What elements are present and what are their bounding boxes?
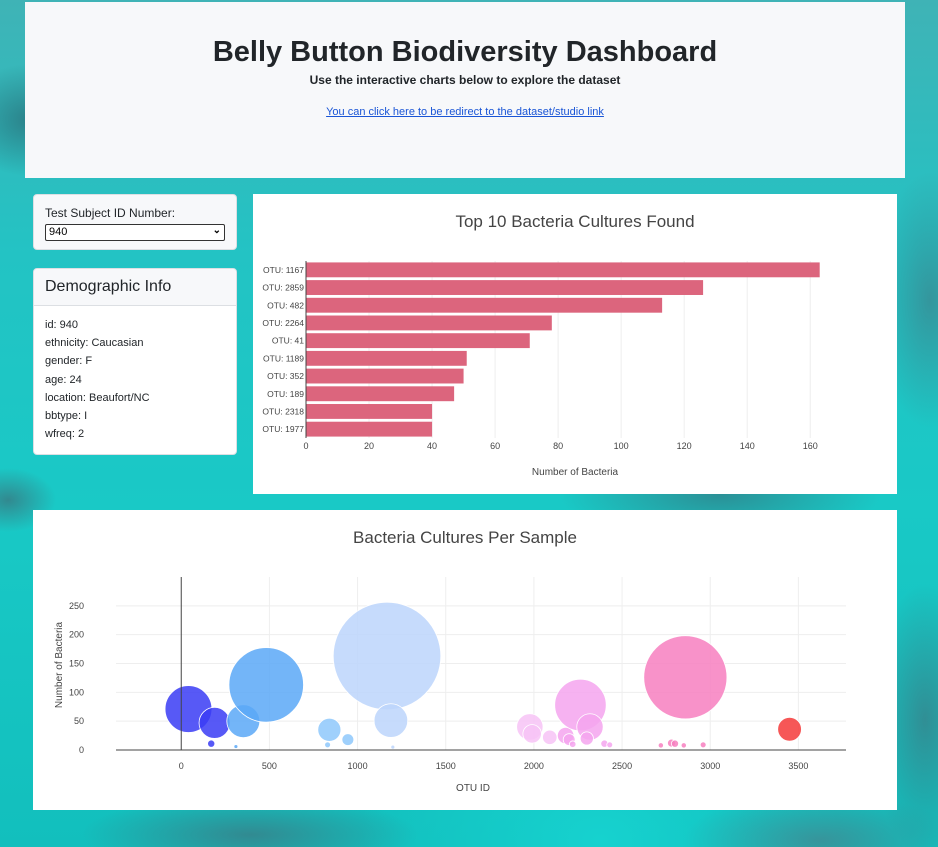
bar-chart-bar[interactable] bbox=[306, 333, 530, 349]
bubble-chart-point[interactable] bbox=[606, 741, 614, 749]
bar-chart-y-tick-label: OTU: 1167 bbox=[263, 265, 304, 275]
bar-chart-y-tick-label: OTU: 482 bbox=[267, 300, 304, 310]
bubble-chart-point[interactable] bbox=[198, 706, 231, 739]
bubble-chart-point[interactable] bbox=[522, 724, 542, 744]
bar-chart-bar[interactable] bbox=[306, 262, 820, 278]
bubble-chart-point[interactable] bbox=[341, 733, 355, 746]
bubble-chart[interactable]: 0 500 1000 1500 2000 2500 3000 3500 0 50 100 150 20… bbox=[33, 510, 897, 810]
bar-chart-x-tick-label: 20 bbox=[364, 441, 374, 451]
bar-chart-bar[interactable] bbox=[306, 315, 552, 331]
demographic-wfreq: wfreq: 2 bbox=[45, 428, 85, 441]
subject-id-select[interactable]: 940 ⌄ bbox=[45, 224, 225, 241]
bar-chart-x-tick-label: 80 bbox=[553, 441, 563, 451]
bubble-chart-point[interactable] bbox=[373, 703, 409, 738]
bubble-chart-point[interactable] bbox=[324, 741, 331, 749]
bubble-chart-point[interactable] bbox=[228, 647, 304, 723]
bar-chart[interactable]: OTU: 1167 OTU: 2859 OTU: 482 OTU: 2264 OTU: … bbox=[253, 194, 897, 494]
bar-chart-y-tick-label: OTU: 41 bbox=[272, 336, 304, 346]
bubble-chart-point[interactable] bbox=[680, 742, 687, 749]
bar-chart-y-tick-label: OTU: 189 bbox=[267, 389, 304, 399]
dataset-link[interactable]: You can click here to be redirect to the… bbox=[25, 106, 905, 118]
bubble-chart-y-tick-label: 100 bbox=[69, 687, 84, 697]
bubble-chart-y-tick-label: 50 bbox=[74, 716, 84, 726]
bubble-chart-point[interactable] bbox=[317, 717, 342, 742]
demographic-ethnicity: ethnicity: Caucasian bbox=[45, 337, 144, 350]
demographic-bbtype: bbtype: I bbox=[45, 410, 88, 423]
bubble-chart-x-tick-label: 1000 bbox=[348, 761, 368, 771]
bubble-chart-y-tick-label: 150 bbox=[69, 659, 84, 669]
bar-chart-title: Top 10 Bacteria Cultures Found bbox=[455, 212, 694, 231]
demographic-gender: gender: F bbox=[45, 355, 93, 368]
bar-chart-x-tick-label: 40 bbox=[427, 441, 437, 451]
bubble-chart-point[interactable] bbox=[643, 635, 728, 720]
bubble-chart-y-tick-label: 250 bbox=[69, 601, 84, 611]
bubble-chart-y-tick-label: 0 bbox=[79, 745, 84, 755]
bubble-chart-point[interactable] bbox=[657, 742, 664, 749]
bubble-chart-point[interactable] bbox=[390, 744, 396, 750]
demographic-age: age: 24 bbox=[45, 373, 82, 386]
bar-chart-y-tick-label: OTU: 1977 bbox=[262, 424, 304, 434]
subject-selector-card: Test Subject ID Number: 940 ⌄ bbox=[33, 194, 237, 250]
demographic-info-body: id: 940 ethnicity: Caucasian gender: F a… bbox=[34, 306, 236, 453]
bar-chart-bar[interactable] bbox=[306, 368, 464, 384]
bar-chart-x-tick-label: 0 bbox=[303, 441, 308, 451]
subject-id-selected-value: 940 bbox=[49, 226, 68, 238]
bubble-chart-point[interactable] bbox=[568, 740, 577, 748]
bar-chart-bar[interactable] bbox=[306, 280, 704, 295]
bar-chart-x-tick-label: 160 bbox=[803, 441, 818, 451]
bar-chart-x-tick-label: 100 bbox=[614, 441, 629, 451]
bubble-chart-point[interactable] bbox=[233, 744, 239, 749]
page-title: Belly Button Biodiversity Dashboard bbox=[212, 36, 718, 68]
bubble-chart-x-tick-label: 3000 bbox=[700, 761, 720, 771]
bar-chart-bar[interactable] bbox=[306, 404, 433, 419]
bar-chart-x-axis-title: Number of Bacteria bbox=[532, 467, 619, 478]
bubble-chart-point[interactable] bbox=[332, 601, 442, 711]
demographic-location: location: Beaufort/NC bbox=[45, 391, 150, 404]
bar-chart-y-tick-label: OTU: 2318 bbox=[262, 406, 304, 416]
bar-chart-bar[interactable] bbox=[306, 350, 467, 366]
bubble-chart-x-tick-label: 0 bbox=[179, 761, 184, 771]
bubble-chart-point[interactable] bbox=[542, 729, 558, 745]
bar-chart-bar[interactable] bbox=[306, 386, 455, 402]
bubble-chart-y-axis-title: Number of Bacteria bbox=[54, 621, 65, 708]
subject-selector-label: Test Subject ID Number: bbox=[45, 206, 176, 220]
bubble-chart-title: Bacteria Cultures Per Sample bbox=[353, 528, 577, 547]
bar-chart-y-tick-label: OTU: 1189 bbox=[263, 353, 304, 363]
header-jumbotron: Belly Button Biodiversity Dashboard Use … bbox=[25, 2, 905, 178]
bubble-chart-x-axis-title: OTU ID bbox=[456, 783, 490, 794]
bar-chart-x-tick-label: 120 bbox=[677, 441, 692, 451]
demographic-info-title: Demographic Info bbox=[34, 269, 236, 306]
bar-chart-x-tick-label: 140 bbox=[740, 441, 755, 451]
bubble-chart-panel: 0 500 1000 1500 2000 2500 3000 3500 0 50 100 150 20… bbox=[33, 510, 897, 810]
bar-chart-bar[interactable] bbox=[306, 297, 663, 313]
bubble-chart-point[interactable] bbox=[699, 741, 707, 749]
bar-chart-bar[interactable] bbox=[306, 421, 433, 437]
bubble-chart-point[interactable] bbox=[670, 739, 679, 748]
bar-chart-panel: OTU: 1167 OTU: 2859 OTU: 482 OTU: 2264 OTU: … bbox=[253, 194, 897, 494]
bubble-chart-x-tick-label: 3500 bbox=[788, 761, 808, 771]
demographic-id: id: 940 bbox=[45, 319, 79, 331]
bubble-chart-x-tick-label: 500 bbox=[262, 761, 277, 771]
bubble-chart-point[interactable] bbox=[777, 716, 802, 742]
bar-chart-y-tick-label: OTU: 352 bbox=[267, 371, 304, 381]
page-subtitle: Use the interactive charts below to expl… bbox=[309, 73, 621, 87]
demographic-info-card: Demographic Info id: 940 ethnicity: Cauc… bbox=[33, 268, 237, 455]
bar-chart-x-tick-label: 60 bbox=[490, 441, 500, 451]
bar-chart-y-tick-label: OTU: 2859 bbox=[262, 283, 304, 293]
bubble-chart-point[interactable] bbox=[207, 739, 216, 748]
chevron-down-icon: ⌄ bbox=[212, 225, 221, 236]
bar-chart-y-tick-label: OTU: 2264 bbox=[262, 318, 304, 328]
bubble-chart-point[interactable] bbox=[579, 731, 594, 746]
bubble-chart-x-tick-label: 2000 bbox=[524, 761, 544, 771]
bubble-chart-x-tick-label: 1500 bbox=[436, 761, 456, 771]
bubble-chart-x-tick-label: 2500 bbox=[612, 761, 632, 771]
bubble-chart-y-tick-label: 200 bbox=[69, 630, 84, 640]
